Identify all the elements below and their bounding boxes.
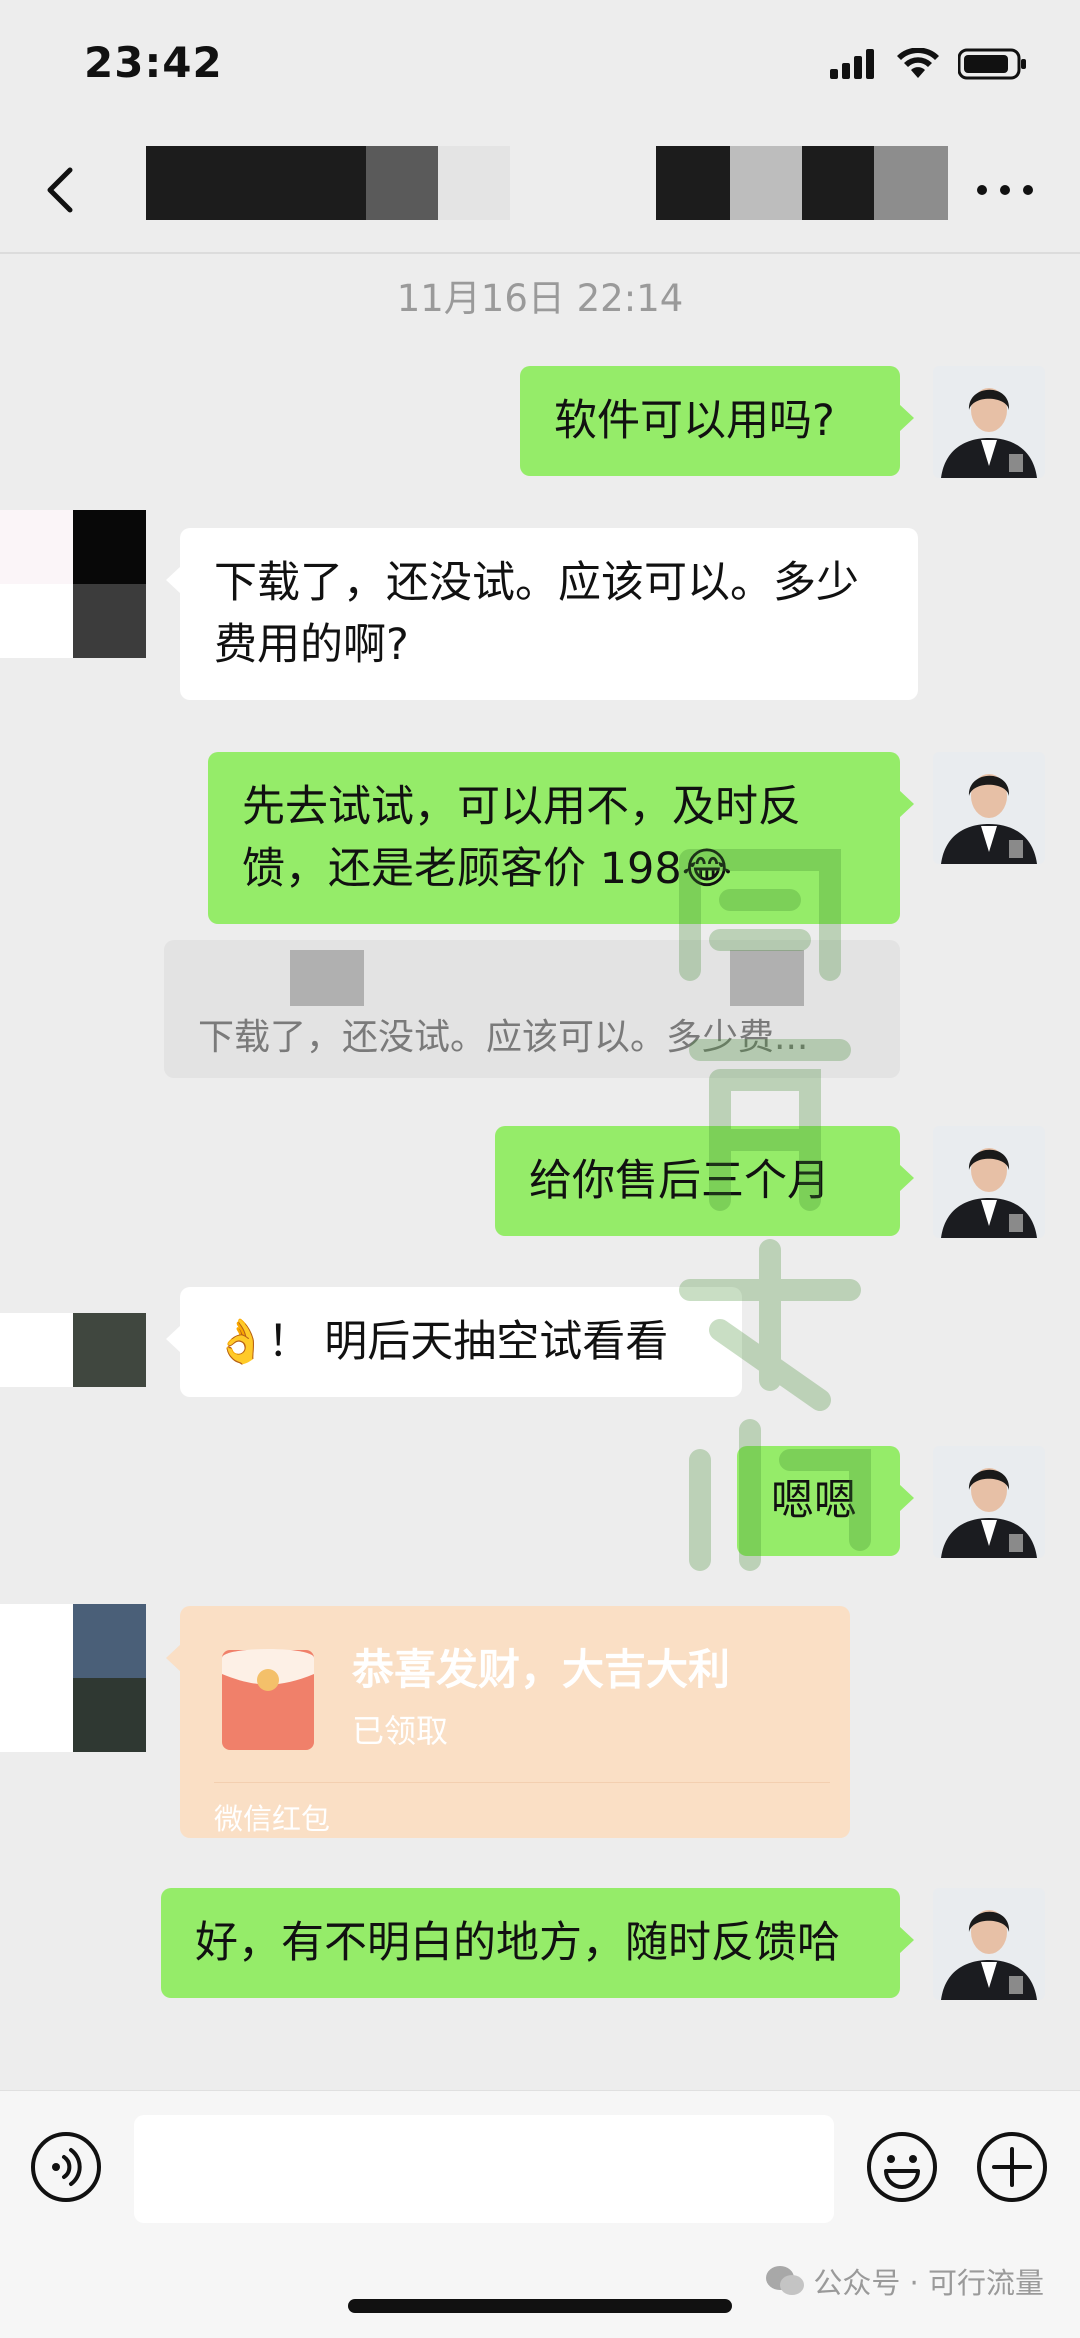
person-avatar-icon xyxy=(933,1126,1045,1238)
person-avatar-icon xyxy=(933,366,1045,478)
bubble-tail xyxy=(899,1164,914,1192)
bubble-tail xyxy=(166,1325,181,1353)
person-avatar-icon xyxy=(933,1446,1045,1558)
my-message-bubble[interactable]: 给你售后三个月 xyxy=(495,1126,914,1236)
wifi-icon xyxy=(897,48,939,78)
chat-header xyxy=(0,120,1080,254)
home-indicator[interactable] xyxy=(348,2299,732,2313)
their-message-bubble[interactable]: 👌！ 明后天抽空试看看 xyxy=(166,1287,742,1397)
their-avatar-redacted[interactable] xyxy=(0,1604,146,1752)
source-watermark-text: 公众号 · 可行流量 xyxy=(813,2266,1044,2300)
status-icons xyxy=(830,48,1028,80)
message-text: 好，有不明白的地方，随时反馈哈 xyxy=(195,1918,840,1968)
my-avatar[interactable] xyxy=(933,366,1045,478)
red-packet-status: 已领取 xyxy=(352,1712,449,1750)
message-text: 给你售后三个月 xyxy=(529,1156,830,1206)
battery-icon xyxy=(958,48,1026,80)
bubble-tail xyxy=(166,566,181,594)
person-avatar-icon xyxy=(933,752,1045,864)
my-message-bubble[interactable]: 软件可以用吗? xyxy=(520,366,914,476)
my-avatar[interactable] xyxy=(933,1446,1045,1558)
my-message-bubble[interactable]: 嗯嗯 xyxy=(737,1446,914,1556)
message-text: 先去试试，可以用不，及时反馈，还是老顾客价 198😂 xyxy=(242,782,801,894)
bubble-tail xyxy=(899,404,914,432)
red-packet-title: 恭喜发财，大吉大利 xyxy=(352,1645,731,1694)
quoted-message[interactable]: 下载了，还没试。应该可以。多少费... xyxy=(164,940,900,1078)
person-avatar-icon xyxy=(933,1888,1045,2000)
message-text: 软件可以用吗? xyxy=(554,396,835,446)
red-packet-card[interactable]: 恭喜发财，大吉大利 已领取 微信红包 xyxy=(166,1606,850,1838)
red-packet-footer: 微信红包 xyxy=(214,1802,331,1836)
back-icon[interactable] xyxy=(36,160,86,220)
my-message-bubble[interactable]: 先去试试，可以用不，及时反馈，还是老顾客价 198😂 xyxy=(208,752,914,924)
message-text: 👌！ 明后天抽空试看看 xyxy=(214,1317,669,1367)
add-icon[interactable] xyxy=(976,2131,1048,2203)
message-text: 下载了，还没试。应该可以。多少费用的啊? xyxy=(214,558,859,670)
their-message-bubble[interactable]: 下载了，还没试。应该可以。多少费用的啊? xyxy=(166,528,918,700)
bubble-tail xyxy=(899,1926,914,1954)
message-text: 嗯嗯 xyxy=(771,1476,857,1526)
quoted-text: 下载了，还没试。应该可以。多少费... xyxy=(198,1017,809,1058)
message-input[interactable] xyxy=(134,2115,834,2223)
their-avatar-redacted[interactable] xyxy=(0,1313,146,1387)
signal-icon xyxy=(830,49,874,79)
wechat-icon xyxy=(766,2266,805,2295)
emoji-icon[interactable] xyxy=(866,2131,938,2203)
their-avatar-redacted[interactable] xyxy=(0,510,146,658)
more-icon[interactable] xyxy=(970,160,1040,220)
voice-icon[interactable] xyxy=(30,2131,102,2203)
bubble-tail xyxy=(166,1644,181,1672)
my-avatar[interactable] xyxy=(933,1126,1045,1238)
quote-sender-redacted xyxy=(730,950,804,1006)
red-envelope-icon xyxy=(222,1649,314,1750)
source-watermark: 公众号 · 可行流量 xyxy=(765,2260,1044,2302)
status-time: 23:42 xyxy=(84,38,223,87)
my-avatar[interactable] xyxy=(933,752,1045,864)
chat-timestamp: 11月16日 22:14 xyxy=(396,277,684,320)
bubble-tail xyxy=(899,1484,914,1512)
my-message-bubble[interactable]: 好，有不明白的地方，随时反馈哈 xyxy=(161,1888,914,1998)
red-packet-divider xyxy=(214,1782,830,1783)
quote-sender-redacted xyxy=(290,950,364,1006)
bubble-tail xyxy=(899,790,914,818)
my-avatar[interactable] xyxy=(933,1888,1045,2000)
